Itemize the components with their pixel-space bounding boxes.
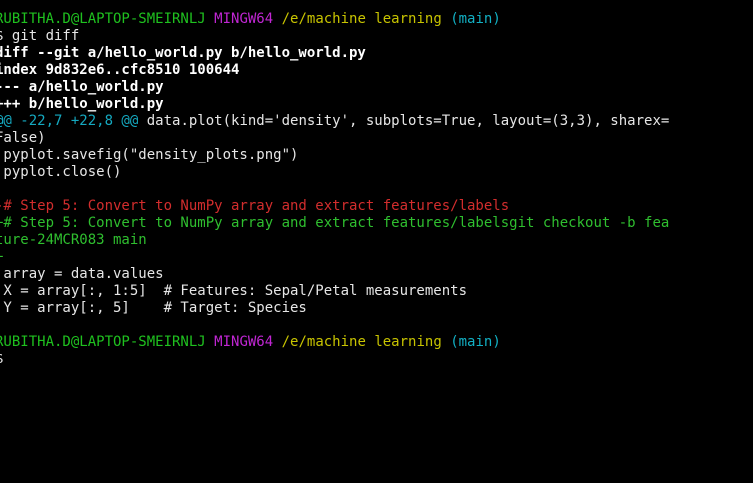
prompt-user: RUBITHA.D@LAPTOP-SMEIRNLJ xyxy=(0,334,206,350)
hunk-context-wrap: False) xyxy=(0,130,46,146)
diff-header-line: diff --git a/hello_world.py b/hello_worl… xyxy=(0,45,366,61)
prompt-shell: MINGW64 xyxy=(214,11,274,27)
prompt-line: RUBITHA.D@LAPTOP-SMEIRNLJ MINGW64 /e/mac… xyxy=(0,334,748,351)
removed-line: -# Step 5: Convert to NumPy array and ex… xyxy=(0,198,510,214)
diff-new-file-line: +++ b/hello_world.py xyxy=(0,96,164,112)
prompt-branch: (main) xyxy=(450,334,501,350)
prompt-shell: MINGW64 xyxy=(214,334,274,350)
diff-old-file-line: --- a/hello_world.py xyxy=(0,79,164,95)
command-line: $ git diff xyxy=(0,28,80,44)
context-line xyxy=(0,317,748,334)
terminal-window[interactable]: RUBITHA.D@LAPTOP-SMEIRNLJ MINGW64 /e/mac… xyxy=(0,0,753,483)
added-line-wrap: ture-24MCR083 main xyxy=(0,232,147,248)
hunk-range: @@ -22,7 +22,8 @@ xyxy=(0,113,139,129)
added-line: + xyxy=(0,249,748,266)
diff-index-line: index 9d832e6..cfc8510 100644 xyxy=(0,62,240,78)
hunk-header-line: @@ -22,7 +22,8 @@ data.plot(kind='densit… xyxy=(0,113,748,130)
prompt-path: /e/machine learning xyxy=(281,11,442,27)
context-line: pyplot.savefig("density_plots.png") xyxy=(0,147,299,163)
added-line: +# Step 5: Convert to NumPy array and ex… xyxy=(0,215,670,231)
prompt-path: /e/machine learning xyxy=(281,334,442,350)
hunk-context: data.plot(kind='density', subplots=True,… xyxy=(138,113,670,129)
context-line: Y = array[:, 5] # Target: Species xyxy=(0,300,307,316)
prompt-line: RUBITHA.D@LAPTOP-SMEIRNLJ MINGW64 /e/mac… xyxy=(0,11,748,28)
context-line: pyplot.close() xyxy=(0,164,122,180)
context-line: X = array[:, 1:5] # Features: Sepal/Peta… xyxy=(0,283,468,299)
context-line xyxy=(0,181,748,198)
context-line: array = data.values xyxy=(0,266,164,282)
input-prompt[interactable]: $ xyxy=(0,351,748,368)
prompt-branch: (main) xyxy=(450,11,501,27)
prompt-user: RUBITHA.D@LAPTOP-SMEIRNLJ xyxy=(0,11,206,27)
